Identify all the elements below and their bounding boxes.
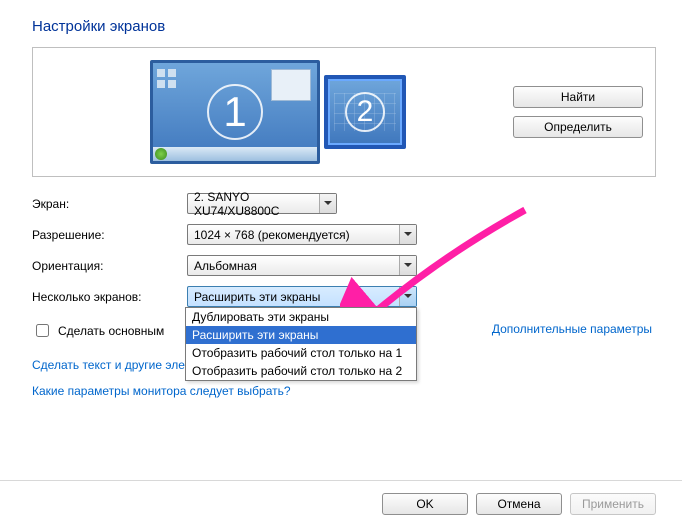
screen-select[interactable]: 2. SANYO XU74/XU8800C xyxy=(187,193,337,214)
multiple-displays-label: Несколько экранов: xyxy=(32,290,187,304)
dropdown-option[interactable]: Дублировать эти экраны xyxy=(186,308,416,326)
orientation-select[interactable]: Альбомная xyxy=(187,255,417,276)
multiple-displays-value: Расширить эти экраны xyxy=(194,290,320,304)
chevron-down-icon xyxy=(399,287,416,306)
chevron-down-icon xyxy=(399,256,416,275)
monitor-2-number: 2 xyxy=(345,92,386,133)
screen-value: 2. SANYO XU74/XU8800C xyxy=(194,190,318,218)
apply-button: Применить xyxy=(570,493,656,515)
monitor-1[interactable]: 1 xyxy=(150,60,320,164)
multiple-displays-dropdown[interactable]: Дублировать эти экраныРасширить эти экра… xyxy=(185,307,417,381)
dropdown-option[interactable]: Расширить эти экраны xyxy=(186,326,416,344)
dropdown-option[interactable]: Отобразить рабочий стол только на 2 xyxy=(186,362,416,380)
advanced-settings-link[interactable]: Дополнительные параметры xyxy=(492,322,652,336)
identify-button[interactable]: Определить xyxy=(513,116,643,138)
monitor-1-number: 1 xyxy=(207,84,264,141)
resolution-label: Разрешение: xyxy=(32,228,187,242)
make-primary-checkbox[interactable] xyxy=(36,324,49,337)
monitor-2[interactable]: 2 xyxy=(324,75,406,149)
cancel-button[interactable]: Отмена xyxy=(476,493,562,515)
chevron-down-icon xyxy=(399,225,416,244)
dropdown-option[interactable]: Отобразить рабочий стол только на 1 xyxy=(186,344,416,362)
display-preview: 1 2 Найти Определить xyxy=(32,47,656,177)
orientation-label: Ориентация: xyxy=(32,259,187,273)
find-button[interactable]: Найти xyxy=(513,86,643,108)
which-monitor-link[interactable]: Какие параметры монитора следует выбрать… xyxy=(32,384,656,398)
multiple-displays-select[interactable]: Расширить эти экраны xyxy=(187,286,417,307)
screen-label: Экран: xyxy=(32,197,187,211)
orientation-value: Альбомная xyxy=(194,259,257,273)
page-title: Настройки экранов xyxy=(32,18,656,35)
chevron-down-icon xyxy=(319,194,336,213)
resolution-value: 1024 × 768 (рекомендуется) xyxy=(194,228,350,242)
make-primary-label: Сделать основным xyxy=(58,324,164,338)
ok-button[interactable]: OK xyxy=(382,493,468,515)
resolution-select[interactable]: 1024 × 768 (рекомендуется) xyxy=(187,224,417,245)
